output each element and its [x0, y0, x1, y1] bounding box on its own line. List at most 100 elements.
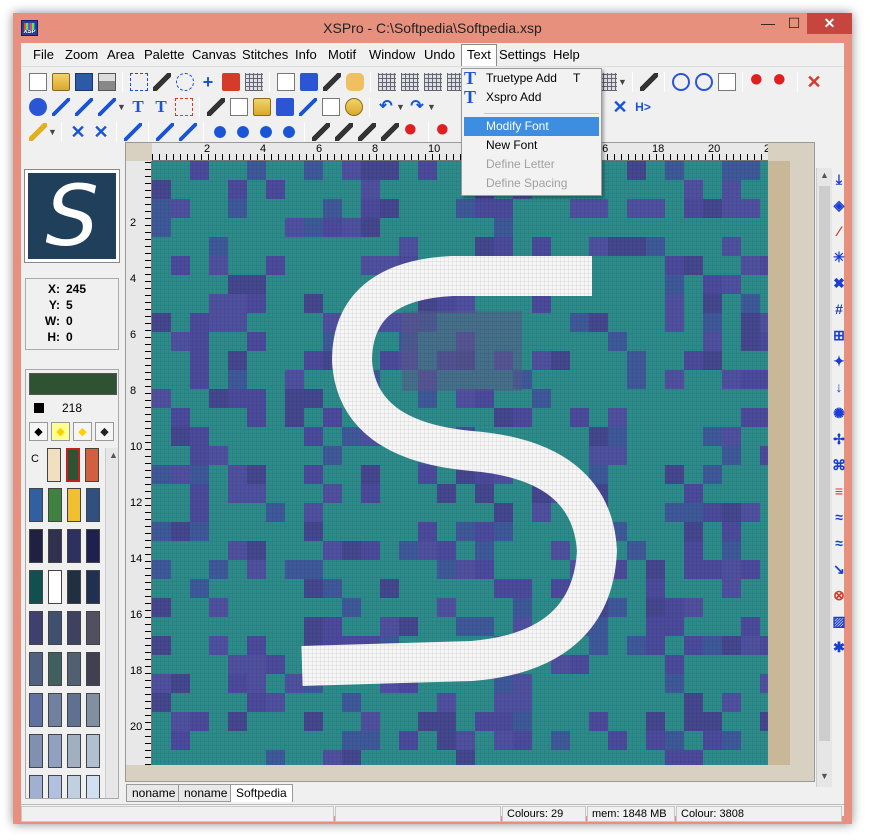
color-swatch[interactable]	[86, 488, 100, 522]
menu-item-define-spacing[interactable]: Define Spacing	[462, 174, 601, 193]
color-swatch[interactable]	[48, 693, 62, 727]
diagonal-right-icon[interactable]	[179, 123, 197, 141]
menu-palette[interactable]: Palette	[141, 47, 187, 62]
diamond-outline-button[interactable]: ◆	[73, 422, 92, 441]
stamp-icon[interactable]	[323, 73, 341, 91]
print-icon[interactable]	[98, 73, 116, 91]
selected-color-swatch[interactable]	[29, 373, 117, 395]
maximize-button[interactable]: ☐	[781, 13, 807, 34]
palette-icon[interactable]	[345, 98, 363, 116]
fill-bucket-icon[interactable]	[29, 98, 47, 116]
stitch-pattern[interactable]	[152, 161, 768, 765]
color-swatch[interactable]	[67, 488, 81, 522]
backstitch-pen-icon[interactable]	[312, 123, 330, 141]
stitch-tool-icon[interactable]: #	[830, 300, 848, 318]
diamond-yellow-button[interactable]: ◆	[51, 422, 70, 441]
color-swatch[interactable]	[67, 570, 81, 604]
chevron-down-icon[interactable]: ▼	[48, 123, 57, 141]
clear-stitch-icon[interactable]: ✕	[805, 73, 823, 91]
color-swatch[interactable]	[67, 693, 81, 727]
paste-motif-icon[interactable]	[299, 98, 317, 116]
color-swatch[interactable]	[29, 734, 43, 768]
half-cross-icon[interactable]: ✕	[92, 123, 110, 141]
bead-oval-icon[interactable]	[211, 123, 229, 141]
chevron-down-icon[interactable]: ▼	[427, 98, 436, 116]
pin-icon[interactable]	[750, 73, 768, 91]
color-swatch[interactable]	[67, 652, 81, 686]
scroll-thumb[interactable]	[819, 186, 830, 741]
stitch-needle-icon[interactable]	[52, 98, 70, 116]
color-swatch[interactable]	[48, 488, 62, 522]
zoom-in-icon[interactable]	[672, 73, 690, 91]
color-swatch[interactable]	[67, 611, 81, 645]
menu-item-truetype-add[interactable]: T Truetype Add T	[462, 69, 601, 88]
grid-medium-icon[interactable]	[401, 73, 419, 91]
stitch-tool-icon[interactable]: ✢	[830, 430, 848, 448]
stitch-tool-icon[interactable]: ⊞	[830, 326, 848, 344]
french-knot-icon[interactable]	[404, 123, 422, 141]
menu-info[interactable]: Info	[292, 47, 320, 62]
menu-text[interactable]: Text	[461, 44, 497, 66]
color-swatch[interactable]	[85, 448, 99, 482]
cut-icon[interactable]	[207, 98, 225, 116]
color-swatch[interactable]	[48, 652, 62, 686]
paste-icon[interactable]	[253, 98, 271, 116]
long-stitch-icon[interactable]	[98, 98, 116, 116]
stitch-tool-icon[interactable]: ✖	[830, 274, 848, 292]
color-swatch[interactable]	[48, 734, 62, 768]
pin-remove-icon[interactable]	[773, 73, 791, 91]
bead-large-icon[interactable]	[234, 123, 252, 141]
bead-pair-icon[interactable]	[280, 123, 298, 141]
stitch-tool-icon[interactable]: ≡	[830, 482, 848, 500]
grid-fine-icon[interactable]	[378, 73, 396, 91]
grid-coarse-icon[interactable]	[424, 73, 442, 91]
stitch-tool-icon[interactable]: ◈	[830, 196, 848, 214]
tab-noname-2[interactable]: noname	[178, 784, 234, 802]
quarter-stitch-icon[interactable]	[124, 123, 142, 141]
backstitch-icon[interactable]	[75, 98, 93, 116]
color-swatch[interactable]	[86, 611, 100, 645]
stitch-tool-icon[interactable]: ↘	[830, 560, 848, 578]
menu-window[interactable]: Window	[366, 47, 418, 62]
menu-item-modify-font[interactable]: Modify Font	[464, 117, 599, 136]
color-swatch[interactable]	[86, 734, 100, 768]
line-red-icon[interactable]	[436, 123, 454, 141]
stitch-tool-icon[interactable]: ⌘	[830, 456, 848, 474]
menu-undo[interactable]: Undo	[421, 47, 458, 62]
new-file-icon[interactable]	[29, 73, 47, 91]
close-button[interactable]: ✕	[807, 13, 852, 34]
pencil-icon[interactable]	[29, 123, 47, 141]
open-folder-icon[interactable]	[52, 73, 70, 91]
color-swatch[interactable]	[48, 529, 62, 563]
tab-softpedia[interactable]: Softpedia	[230, 784, 293, 802]
cross-stitch-icon[interactable]: ✕	[69, 123, 87, 141]
stitch-tool-icon[interactable]: ↓	[830, 378, 848, 396]
text-area-icon[interactable]	[175, 98, 193, 116]
color-swatch[interactable]	[48, 775, 62, 798]
label-pen-icon[interactable]	[335, 123, 353, 141]
color-swatch[interactable]	[86, 529, 100, 563]
color-swatch[interactable]	[47, 448, 61, 482]
menu-item-new-font[interactable]: New Font	[462, 136, 601, 155]
stitch-tool-icon[interactable]: ≈	[830, 534, 848, 552]
lasso-select-icon[interactable]	[176, 73, 194, 91]
scroll-up-arrow-icon[interactable]: ▲	[109, 450, 118, 460]
color-swatch[interactable]	[29, 775, 43, 798]
angle-icon[interactable]	[358, 123, 376, 141]
color-swatch[interactable]	[29, 652, 43, 686]
scroll-up-arrow-icon[interactable]: ▲	[820, 170, 829, 180]
undo-icon[interactable]: ↶	[377, 98, 395, 116]
stitch-tool-icon[interactable]: ✺	[830, 404, 848, 422]
menu-canvas[interactable]: Canvas	[189, 47, 239, 62]
zoom-fit-icon[interactable]	[718, 73, 736, 91]
stitch-tool-icon[interactable]: ⁄	[830, 222, 848, 240]
menu-area[interactable]: Area	[104, 47, 137, 62]
chevron-down-icon[interactable]: ▼	[618, 73, 627, 91]
stitch-tool-icon[interactable]: ▨	[830, 612, 848, 630]
scroll-down-arrow-icon[interactable]: ▼	[820, 771, 829, 781]
rect-select-icon[interactable]	[130, 73, 148, 91]
crosshair-icon[interactable]: +	[199, 73, 217, 91]
menu-item-define-letter[interactable]: Define Letter	[462, 155, 601, 174]
menu-motif[interactable]: Motif	[325, 47, 359, 62]
copy-icon[interactable]	[230, 98, 248, 116]
